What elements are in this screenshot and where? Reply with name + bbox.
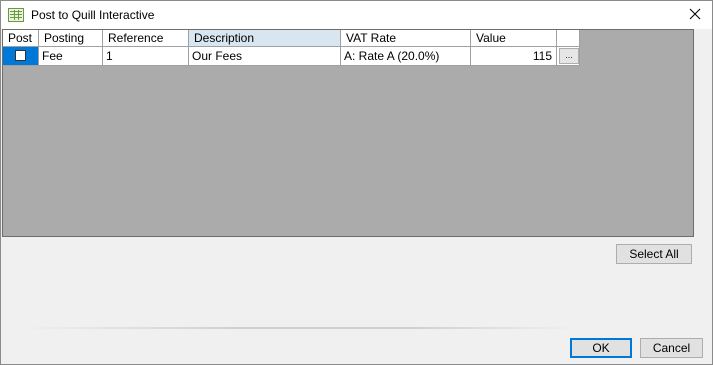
post-checkbox[interactable]: [15, 50, 26, 61]
window-title: Post to Quill Interactive: [31, 8, 155, 22]
reference-cell[interactable]: 1: [103, 47, 189, 66]
close-button[interactable]: [682, 3, 708, 27]
column-header-blank: [557, 30, 580, 47]
description-cell[interactable]: Our Fees: [189, 47, 341, 66]
column-header-posting[interactable]: Posting: [39, 30, 103, 47]
title-bar: Post to Quill Interactive: [1, 1, 712, 29]
post-cell[interactable]: [3, 47, 39, 66]
column-header-value[interactable]: Value: [471, 30, 557, 47]
postings-grid[interactable]: Post Posting Reference Description VAT R…: [2, 29, 694, 237]
grid-app-icon: [8, 7, 24, 23]
column-header-reference[interactable]: Reference: [103, 30, 189, 47]
ellipsis-button[interactable]: ...: [559, 48, 579, 64]
posting-cell[interactable]: Fee: [39, 47, 103, 66]
close-icon: [689, 8, 701, 23]
column-header-post[interactable]: Post: [3, 30, 39, 47]
cancel-button[interactable]: Cancel: [640, 338, 703, 358]
value-cell[interactable]: 115: [471, 47, 557, 66]
select-all-button[interactable]: Select All: [616, 244, 692, 264]
ok-button[interactable]: OK: [570, 338, 632, 358]
separator-line: [21, 327, 576, 329]
post-dialog-window: Post to Quill Interactive Post Posting R…: [0, 0, 713, 365]
column-header-vat-rate[interactable]: VAT Rate: [341, 30, 471, 47]
column-header-description[interactable]: Description: [189, 30, 341, 47]
vat-rate-cell[interactable]: A: Rate A (20.0%): [341, 47, 471, 66]
